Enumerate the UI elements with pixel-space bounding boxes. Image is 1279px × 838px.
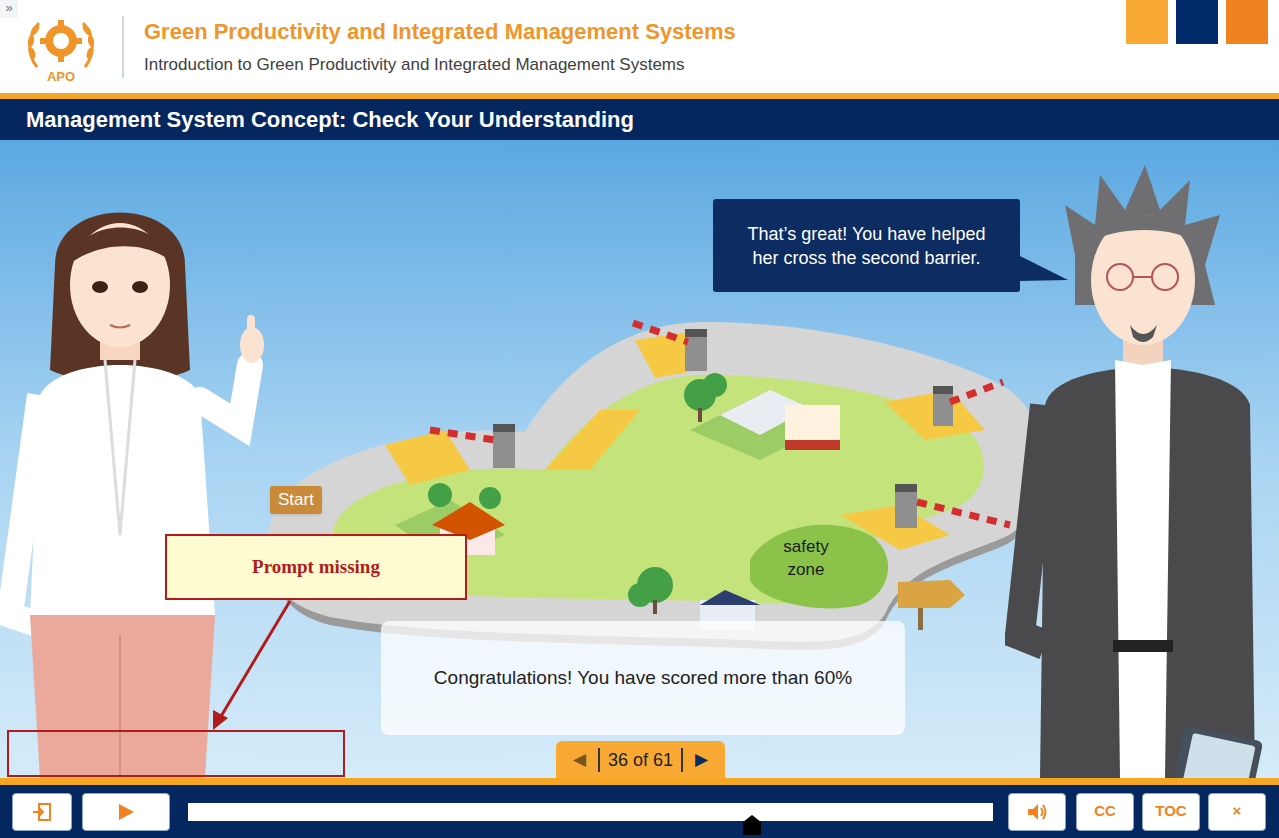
next-slide-button[interactable]: ▶ xyxy=(691,750,712,770)
header-titles: Green Productivity and Integrated Manage… xyxy=(124,19,736,75)
play-button[interactable] xyxy=(82,793,170,831)
controls-bar: CCTOC× xyxy=(0,785,1279,838)
prev-slide-button[interactable]: ◀ xyxy=(569,750,590,770)
exit-button[interactable] xyxy=(12,793,72,831)
brand-square xyxy=(1176,0,1218,44)
progress-track[interactable] xyxy=(188,803,993,821)
slide-title-bar: Management System Concept: Check Your Un… xyxy=(0,99,1279,140)
apo-logo: APO xyxy=(0,9,122,85)
brand-square xyxy=(1126,0,1168,44)
slide-counter: 36 of 61 xyxy=(608,749,673,771)
volume-button[interactable] xyxy=(1008,793,1066,831)
annotation-arrow-icon xyxy=(0,140,400,778)
course-header: » xyxy=(0,0,1279,93)
annotation-label: Prompt missing xyxy=(252,555,380,579)
pager-divider xyxy=(681,748,683,772)
woman-character-icon xyxy=(0,195,290,778)
play-icon xyxy=(115,801,137,823)
control-buttons: CCTOC× xyxy=(1076,793,1266,831)
slide-scene: Start safety zone xyxy=(0,140,1279,778)
feedback-text: Congratulations! You have scored more th… xyxy=(434,666,852,690)
course-player: » xyxy=(0,0,1279,838)
speaker-icon xyxy=(1025,801,1049,823)
captions-button[interactable]: CC xyxy=(1076,793,1134,831)
course-subtitle: Introduction to Green Productivity and I… xyxy=(144,55,736,75)
toc-button[interactable]: TOC xyxy=(1142,793,1200,831)
man-character-icon xyxy=(1005,165,1279,778)
apo-logo-icon: APO xyxy=(23,9,99,85)
slide-title: Management System Concept: Check Your Un… xyxy=(26,107,634,133)
controls-rule xyxy=(0,778,1279,785)
logo-text: APO xyxy=(47,69,75,84)
player-controls: CCTOC× xyxy=(0,778,1279,838)
feedback-box: Congratulations! You have scored more th… xyxy=(381,621,905,735)
collapse-button[interactable]: » xyxy=(0,0,18,18)
missing-prompt-area xyxy=(7,730,345,777)
review-annotation: Prompt missing xyxy=(165,534,467,600)
header-divider xyxy=(122,16,124,78)
speech-text: That’s great! You have helped her cross … xyxy=(735,222,998,270)
brand-square xyxy=(1226,0,1268,44)
speech-bubble: That’s great! You have helped her cross … xyxy=(713,199,1020,292)
start-sign: Start xyxy=(270,486,322,514)
exit-icon xyxy=(31,801,53,823)
progress-marker-icon[interactable] xyxy=(743,815,761,835)
safety-zone-label: safety zone xyxy=(772,535,840,581)
speech-tail-icon xyxy=(1018,255,1068,285)
pager-divider xyxy=(598,748,600,772)
close-button[interactable]: × xyxy=(1208,793,1266,831)
brand-squares xyxy=(1126,0,1268,44)
course-title: Green Productivity and Integrated Manage… xyxy=(144,19,736,45)
slide-pager: ◀ 36 of 61 ▶ xyxy=(556,741,725,778)
progress-fill xyxy=(188,803,752,821)
